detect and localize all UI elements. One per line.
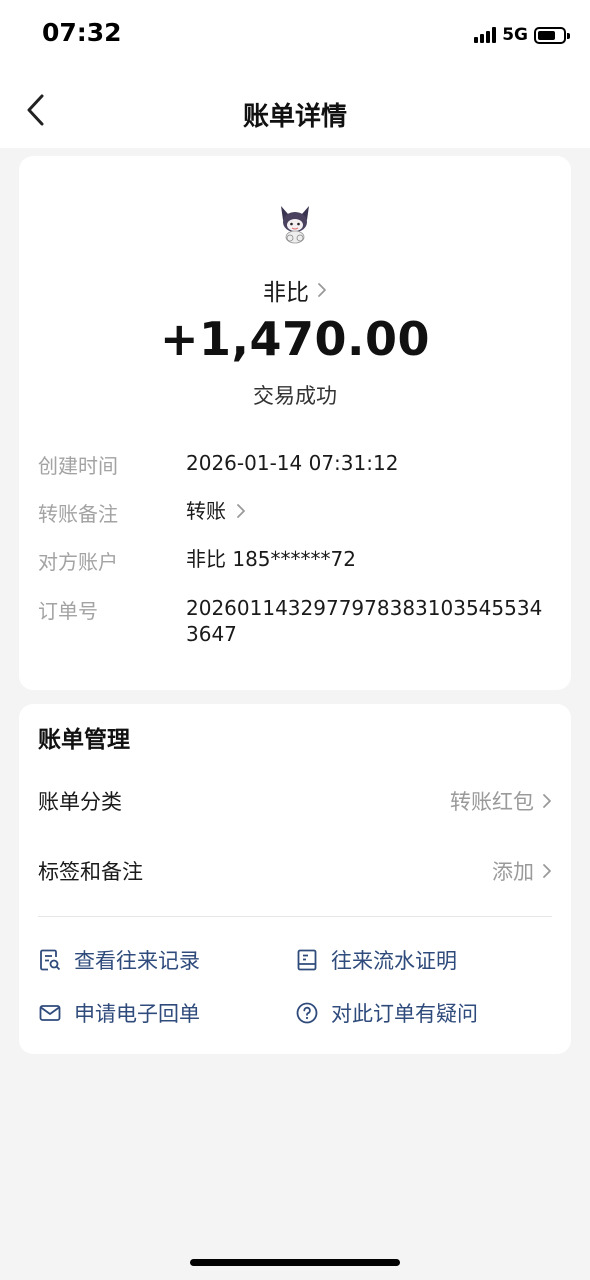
order-question-label: 对此订单有疑问 [331,1002,478,1026]
detail-row-remark: 转账备注 转账 [38,498,551,527]
page-title: 账单详情 [242,102,347,132]
payee-name: 非比 [263,280,309,306]
question-icon [296,1002,318,1024]
detail-value: 非比 185******72 [186,547,356,571]
tags-notes-row[interactable]: 标签和备注 添加 [38,851,552,891]
status-time: 07:32 [42,18,122,47]
detail-label: 对方账户 [38,550,118,574]
detail-value: 转账 [186,499,226,523]
battery-icon [534,26,570,44]
detail-label: 转账备注 [38,502,118,526]
records-search-icon [40,949,61,971]
home-indicator[interactable] [190,1259,400,1266]
detail-value: 2026-01-14 07:31:12 [186,451,399,475]
bill-category-label: 账单分类 [38,790,122,814]
avatar[interactable] [276,200,314,244]
chevron-right-icon [237,504,245,518]
e-receipt-label: 申请电子回单 [74,1002,200,1026]
chevron-right-icon [318,283,326,297]
status-indicators: 5G [474,24,570,46]
bill-management-card: 账单管理 账单分类 转账红包 标签和备注 添加 查看往来记录 往来流水证明 申请… [19,704,571,1054]
transaction-amount: +1,470.00 [159,312,431,366]
transaction-summary-card: 非比 +1,470.00 交易成功 创建时间 2026-01-14 07:31:… [19,156,571,690]
statement-icon [297,949,317,971]
remark-link[interactable]: 转账 [186,498,551,527]
bill-category-row[interactable]: 账单分类 转账红包 [38,781,552,821]
status-bar: 07:32 5G [0,0,590,70]
section-title: 账单管理 [38,727,130,753]
order-question-button[interactable]: 对此订单有疑问 [295,998,478,1028]
chevron-right-icon [543,794,551,808]
payee-link[interactable]: 非比 [19,273,571,307]
tags-notes-label: 标签和备注 [38,860,143,884]
statement-proof-button[interactable]: 往来流水证明 [295,945,457,975]
detail-label: 订单号 [38,599,98,623]
detail-label: 创建时间 [38,454,118,478]
signal-icon [474,27,497,43]
e-receipt-button[interactable]: 申请电子回单 [38,998,200,1028]
divider [38,916,552,917]
view-records-label: 查看往来记录 [74,949,200,973]
statement-proof-label: 往来流水证明 [331,949,457,973]
bill-category-value: 转账红包 [450,790,534,814]
detail-row-created-time: 创建时间 2026-01-14 07:31:12 [38,450,551,479]
tags-notes-value: 添加 [492,860,534,884]
order-number-value: 2026011432977978383103545534 3647 [186,596,543,646]
chevron-right-icon [543,864,551,878]
mail-icon [39,1005,61,1021]
view-records-button[interactable]: 查看往来记录 [38,945,200,975]
detail-row-counterparty: 对方账户 非比 185******72 [38,546,551,575]
network-type: 5G [502,25,528,45]
nav-bar: 账单详情 [0,70,590,148]
transaction-status: 交易成功 [253,384,337,408]
detail-row-order-number: 订单号 2026011432977978383103545534 3647 [38,595,551,647]
